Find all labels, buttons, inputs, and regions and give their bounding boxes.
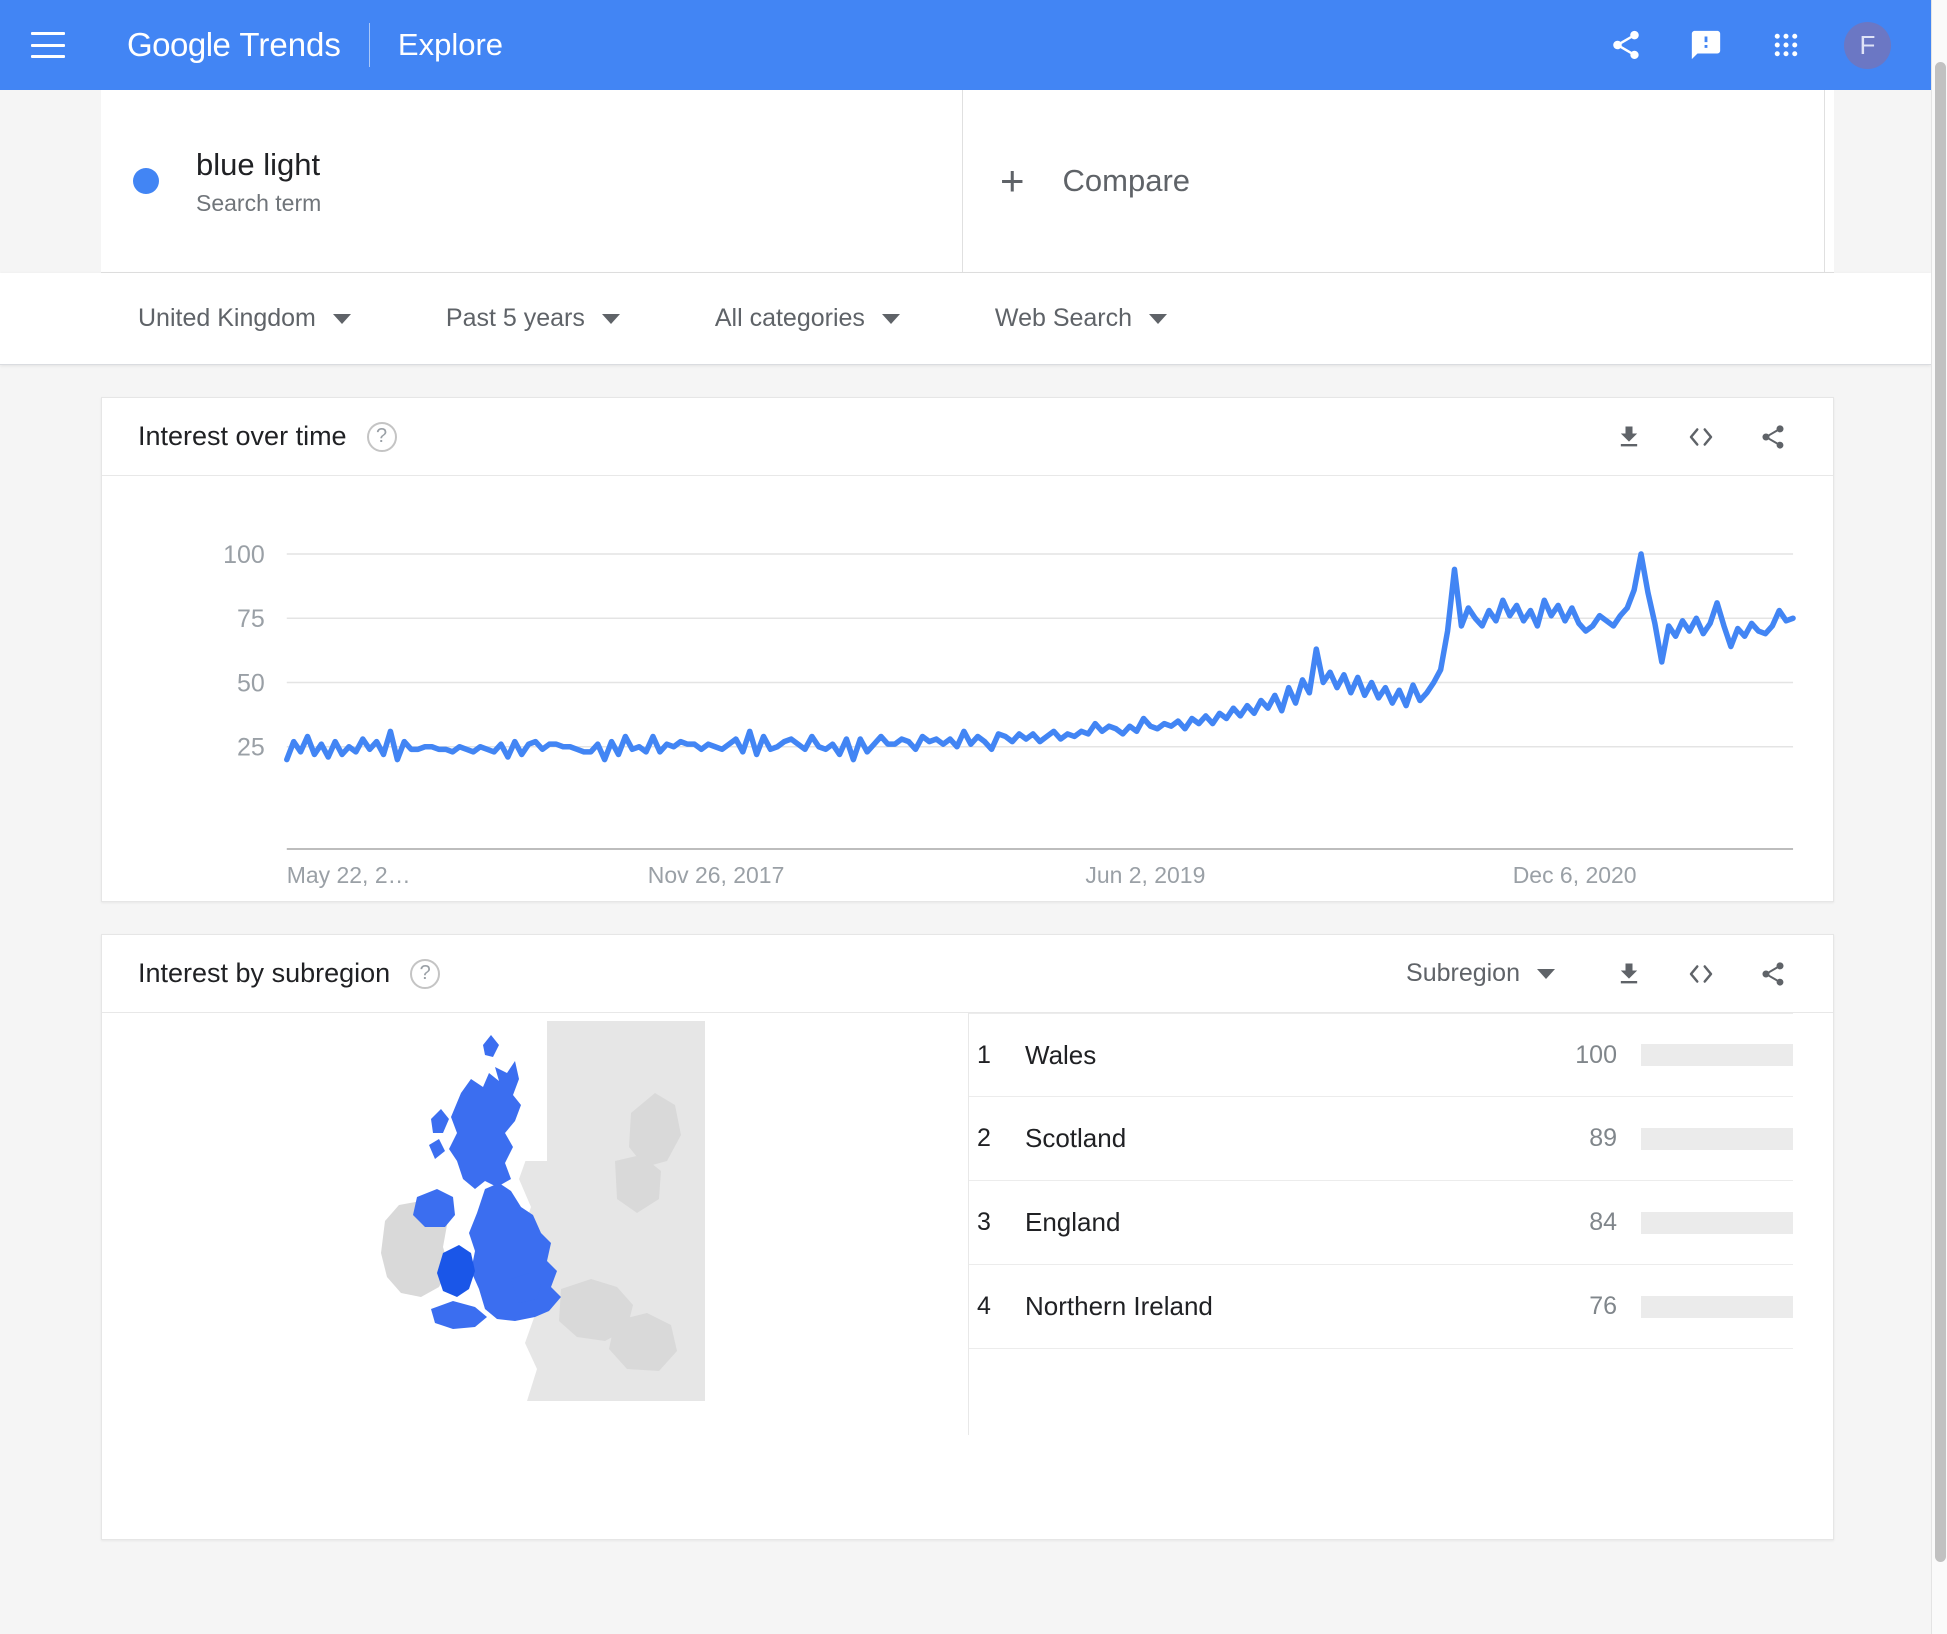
region-name: Northern Ireland — [1025, 1291, 1213, 1321]
chevron-down-icon — [332, 313, 351, 324]
list-item[interactable]: 1 Wales 100 — [969, 1013, 1793, 1097]
subregion-list: 1 Wales 100 2 Scotland 89 3 England 84 4… — [969, 1013, 1833, 1435]
rank: 2 — [977, 1124, 991, 1152]
x-axis-tick-label: Nov 26, 2017 — [648, 862, 785, 888]
region-bar — [1641, 1211, 1793, 1234]
embed-code-icon[interactable] — [1681, 954, 1721, 994]
card-header: Interest by subregion ? Subregion — [102, 935, 1833, 1013]
line-chart-svg: 25 50 75 100 May 22, 2… Nov 26, 2017 Jun 2, 20… — [223, 541, 1796, 888]
search-type-filter-label: Web Search — [994, 304, 1133, 332]
subregion-body: 1 Wales 100 2 Scotland 89 3 England 84 4… — [102, 1013, 1833, 1435]
hamburger-menu-icon[interactable] — [31, 32, 65, 58]
filter-bar: United Kingdom Past 5 years All categori… — [0, 273, 1931, 365]
apps-grid-icon[interactable] — [1764, 23, 1808, 67]
subregion-select-label: Subregion — [1406, 959, 1520, 987]
location-filter[interactable]: United Kingdom — [138, 304, 351, 333]
chevron-down-icon — [1149, 313, 1168, 324]
uk-map-svg — [381, 1021, 705, 1401]
chevron-down-icon — [1537, 968, 1555, 979]
interest-over-time-card: Interest over time ? 25 50 75 100 May 22… — [101, 397, 1834, 902]
interest-over-time-chart[interactable]: 25 50 75 100 May 22, 2… Nov 26, 2017 Jun 2, 20… — [102, 476, 1833, 901]
avatar-initial: F — [1859, 29, 1876, 60]
y-axis-tick-label: 100 — [223, 541, 265, 569]
list-item[interactable]: 2 Scotland 89 — [969, 1097, 1793, 1181]
card-footer-space — [102, 1435, 1833, 1539]
share-icon[interactable] — [1753, 417, 1793, 457]
y-axis-tick-label: 50 — [237, 669, 265, 697]
brand-trends-text: Trends — [239, 26, 341, 63]
region-bar — [1641, 1044, 1793, 1066]
search-term-card[interactable]: blue light Search term — [101, 90, 963, 272]
region-value: 84 — [1589, 1208, 1617, 1236]
search-term-label: blue light — [196, 146, 321, 182]
subregion-map[interactable] — [102, 1013, 969, 1435]
rank: 4 — [977, 1292, 991, 1320]
vertical-scrollbar[interactable] — [1931, 0, 1947, 1634]
list-item[interactable]: 4 Northern Ireland 76 — [969, 1265, 1793, 1349]
search-type-filter[interactable]: Web Search — [994, 304, 1168, 333]
region-name: Wales — [1025, 1039, 1097, 1070]
page-title: Interest over time — [138, 421, 347, 451]
time-range-filter-label: Past 5 years — [445, 304, 585, 332]
share-icon[interactable] — [1604, 23, 1648, 67]
explore-nav-link[interactable]: Explore — [398, 27, 503, 63]
share-icon[interactable] — [1753, 954, 1793, 994]
list-item[interactable]: 3 England 84 — [969, 1181, 1793, 1265]
search-terms-row: blue light Search term + Compare — [101, 90, 1834, 273]
help-icon[interactable]: ? — [410, 958, 441, 989]
region-bar — [1641, 1295, 1793, 1318]
header-divider — [368, 23, 370, 67]
subregion-level-select[interactable]: Subregion — [1406, 959, 1555, 988]
time-range-filter[interactable]: Past 5 years — [446, 304, 620, 333]
add-comparison-button[interactable]: + Compare — [963, 90, 1825, 272]
x-axis-tick-label: Jun 2, 2019 — [1085, 862, 1205, 888]
page-content: blue light Search term + Compare United … — [0, 90, 1931, 1634]
card-header: Interest over time ? — [102, 398, 1833, 476]
top-app-bar: Google Trends Explore F — [0, 0, 1931, 90]
x-axis-tick-label: Dec 6, 2020 — [1513, 862, 1637, 888]
interest-by-subregion-card: Interest by subregion ? Subregion 1 Wale… — [101, 934, 1834, 1540]
card-actions: Subregion — [1406, 954, 1793, 994]
plus-icon: + — [1000, 157, 1025, 204]
region-value: 89 — [1589, 1124, 1617, 1152]
header-actions: F — [1604, 21, 1931, 69]
search-term-type: Search term — [196, 190, 322, 217]
rank: 3 — [977, 1208, 991, 1236]
download-icon[interactable] — [1609, 954, 1649, 994]
chevron-down-icon — [881, 313, 900, 324]
help-icon[interactable]: ? — [366, 421, 397, 452]
region-value: 76 — [1589, 1292, 1617, 1320]
google-trends-logo[interactable]: Google Trends — [127, 26, 341, 64]
feedback-icon[interactable] — [1684, 23, 1728, 67]
compare-label: Compare — [1062, 163, 1191, 198]
category-filter-label: All categories — [714, 304, 865, 332]
scrollbar-thumb[interactable] — [1935, 62, 1946, 1562]
y-axis-tick-label: 25 — [237, 734, 265, 762]
embed-code-icon[interactable] — [1681, 417, 1721, 457]
avatar[interactable]: F — [1844, 21, 1891, 69]
category-filter[interactable]: All categories — [715, 304, 900, 333]
subregion-title: Interest by subregion — [138, 958, 391, 988]
chart-series-line — [284, 551, 1796, 763]
region-name: Scotland — [1025, 1123, 1127, 1153]
location-filter-label: United Kingdom — [138, 304, 316, 332]
download-icon[interactable] — [1609, 417, 1649, 457]
card-actions — [1609, 417, 1793, 457]
chevron-down-icon — [601, 313, 620, 324]
y-axis-tick-label: 75 — [237, 605, 265, 633]
region-name: England — [1025, 1207, 1121, 1237]
brand-google-text: Google — [127, 26, 231, 63]
region-value: 100 — [1575, 1040, 1617, 1069]
region-bar — [1641, 1127, 1793, 1150]
series-color-dot — [133, 168, 159, 194]
rank: 1 — [977, 1040, 991, 1069]
x-axis-tick-label: May 22, 2… — [287, 862, 411, 888]
